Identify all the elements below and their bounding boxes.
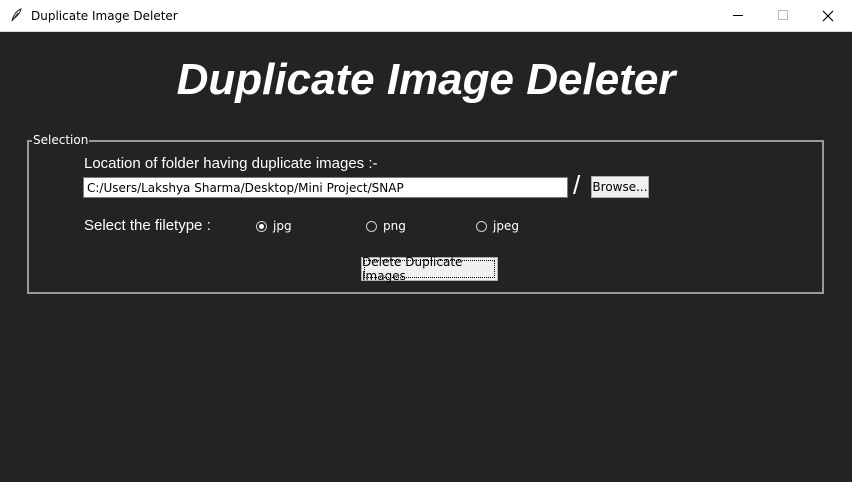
page-title: Duplicate Image Deleter bbox=[176, 55, 676, 104]
minimize-icon bbox=[732, 15, 743, 16]
browse-button[interactable]: Browse... bbox=[591, 176, 649, 198]
folder-location-label: Location of folder having duplicate imag… bbox=[84, 155, 378, 172]
delete-duplicates-button[interactable]: Delete Duplicate Images bbox=[361, 255, 498, 283]
radio-jpeg[interactable]: jpeg bbox=[476, 219, 519, 233]
folder-path-input[interactable] bbox=[83, 177, 568, 198]
radio-label: png bbox=[383, 219, 406, 233]
selection-legend: Selection bbox=[32, 133, 90, 147]
radio-label: jpg bbox=[273, 219, 292, 233]
radio-indicator bbox=[256, 220, 267, 232]
radio-jpg[interactable]: jpg bbox=[256, 219, 292, 233]
window-title: Duplicate Image Deleter bbox=[31, 9, 178, 23]
maximize-button[interactable] bbox=[760, 0, 806, 31]
filetype-label: Select the filetype : bbox=[84, 217, 211, 234]
feather-icon bbox=[11, 8, 22, 22]
radio-png[interactable]: png bbox=[366, 219, 406, 233]
maximize-icon bbox=[777, 10, 788, 20]
radio-label: jpeg bbox=[493, 219, 519, 233]
close-button[interactable] bbox=[805, 0, 851, 31]
close-icon bbox=[822, 10, 834, 21]
radio-indicator bbox=[366, 220, 377, 232]
minimize-button[interactable] bbox=[715, 0, 761, 31]
path-separator: / bbox=[573, 170, 581, 200]
radio-indicator bbox=[476, 220, 487, 232]
title-bar: Duplicate Image Deleter bbox=[0, 0, 852, 32]
